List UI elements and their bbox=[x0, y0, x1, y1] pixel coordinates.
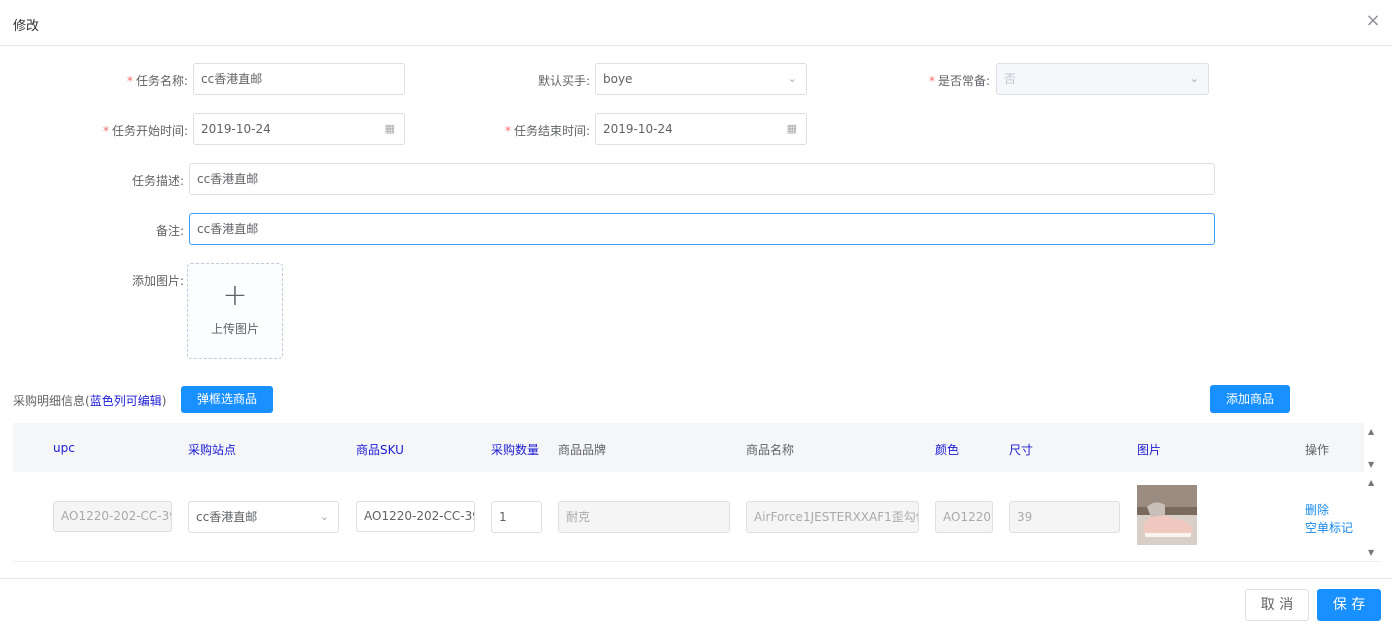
description-input[interactable]: cc香港直邮 bbox=[189, 163, 1215, 195]
brand-input: 耐克 bbox=[558, 501, 730, 533]
task-name-label: * 任务名称: bbox=[126, 74, 188, 88]
close-icon[interactable]: × bbox=[1364, 12, 1382, 30]
scroll-down-icon[interactable]: ▼ bbox=[1368, 548, 1374, 557]
upc-input[interactable]: AO1220-202-CC-39 bbox=[53, 501, 172, 532]
col-upc: upc bbox=[53, 441, 75, 455]
task-name-input[interactable]: cc香港直邮 bbox=[193, 63, 405, 95]
popup-select-product-button[interactable]: 弹框选商品 bbox=[181, 386, 273, 413]
calendar-icon: ▦ bbox=[384, 122, 395, 135]
color-input[interactable]: AO1220 bbox=[935, 501, 993, 533]
col-sku: 商品SKU bbox=[356, 443, 404, 457]
col-brand: 商品品牌 bbox=[558, 443, 607, 457]
end-date-picker[interactable]: 2019-10-24 ▦ bbox=[595, 113, 807, 145]
add-product-button[interactable]: 添加商品 bbox=[1210, 385, 1290, 413]
qty-input[interactable]: 1 bbox=[491, 501, 542, 533]
chevron-down-icon: ⌄ bbox=[319, 510, 329, 523]
chevron-down-icon: ⌄ bbox=[1189, 72, 1199, 85]
default-buyer-label: 默认买手: bbox=[537, 74, 590, 88]
shoe-image bbox=[1137, 485, 1197, 545]
scroll-up-icon[interactable]: ▲ bbox=[1368, 478, 1374, 487]
footer-divider bbox=[0, 578, 1392, 579]
dialog-title: 修改 bbox=[13, 19, 40, 34]
add-image-label: 添加图片: bbox=[131, 274, 184, 288]
empty-order-mark-link[interactable]: 空单标记 bbox=[1305, 519, 1353, 536]
start-time-label: * 任务开始时间: bbox=[102, 124, 188, 138]
col-image: 图片 bbox=[1137, 443, 1162, 457]
image-upload[interactable]: + 上传图片 bbox=[187, 263, 283, 359]
sku-input[interactable]: AO1220-202-CC-39 bbox=[356, 501, 475, 532]
col-site: 采购站点 bbox=[188, 443, 237, 457]
col-actions: 操作 bbox=[1305, 443, 1330, 457]
row-divider bbox=[13, 561, 1381, 562]
remark-input[interactable]: cc香港直邮 bbox=[189, 213, 1215, 245]
col-size: 尺寸 bbox=[1009, 443, 1034, 457]
site-select[interactable]: cc香港直邮 ⌄ bbox=[188, 501, 339, 533]
col-name: 商品名称 bbox=[746, 443, 795, 457]
is-regular-select[interactable]: 否 ⌄ bbox=[996, 63, 1209, 95]
end-time-label: * 任务结束时间: bbox=[504, 124, 590, 138]
product-image[interactable] bbox=[1137, 485, 1197, 545]
scroll-up-icon[interactable]: ▲ bbox=[1368, 427, 1374, 436]
start-date-picker[interactable]: 2019-10-24 ▦ bbox=[193, 113, 405, 145]
description-label: 任务描述: bbox=[131, 174, 184, 188]
col-qty: 采购数量 bbox=[491, 443, 540, 457]
col-color: 颜色 bbox=[935, 443, 960, 457]
chevron-down-icon: ⌄ bbox=[787, 72, 797, 85]
editable-hint: 蓝色列可编辑 bbox=[89, 394, 162, 408]
calendar-icon: ▦ bbox=[786, 122, 797, 135]
is-regular-label: * 是否常备: bbox=[928, 74, 990, 88]
scroll-down-icon[interactable]: ▼ bbox=[1368, 460, 1374, 469]
cancel-button[interactable]: 取 消 bbox=[1245, 589, 1309, 621]
plus-icon: + bbox=[222, 278, 248, 313]
remark-label: 备注: bbox=[155, 224, 184, 238]
dialog-header bbox=[0, 0, 1392, 46]
size-input[interactable]: 39 bbox=[1009, 501, 1120, 533]
upload-text: 上传图片 bbox=[210, 322, 259, 336]
save-button[interactable]: 保 存 bbox=[1317, 589, 1381, 621]
purchase-section-title: 采购明细信息(蓝色列可编辑) bbox=[13, 394, 167, 408]
product-name-input: AirForce1JESTERXXAF1歪勾低 bbox=[746, 501, 919, 533]
default-buyer-select[interactable]: boye ⌄ bbox=[595, 63, 807, 95]
delete-link[interactable]: 删除 bbox=[1305, 501, 1329, 518]
